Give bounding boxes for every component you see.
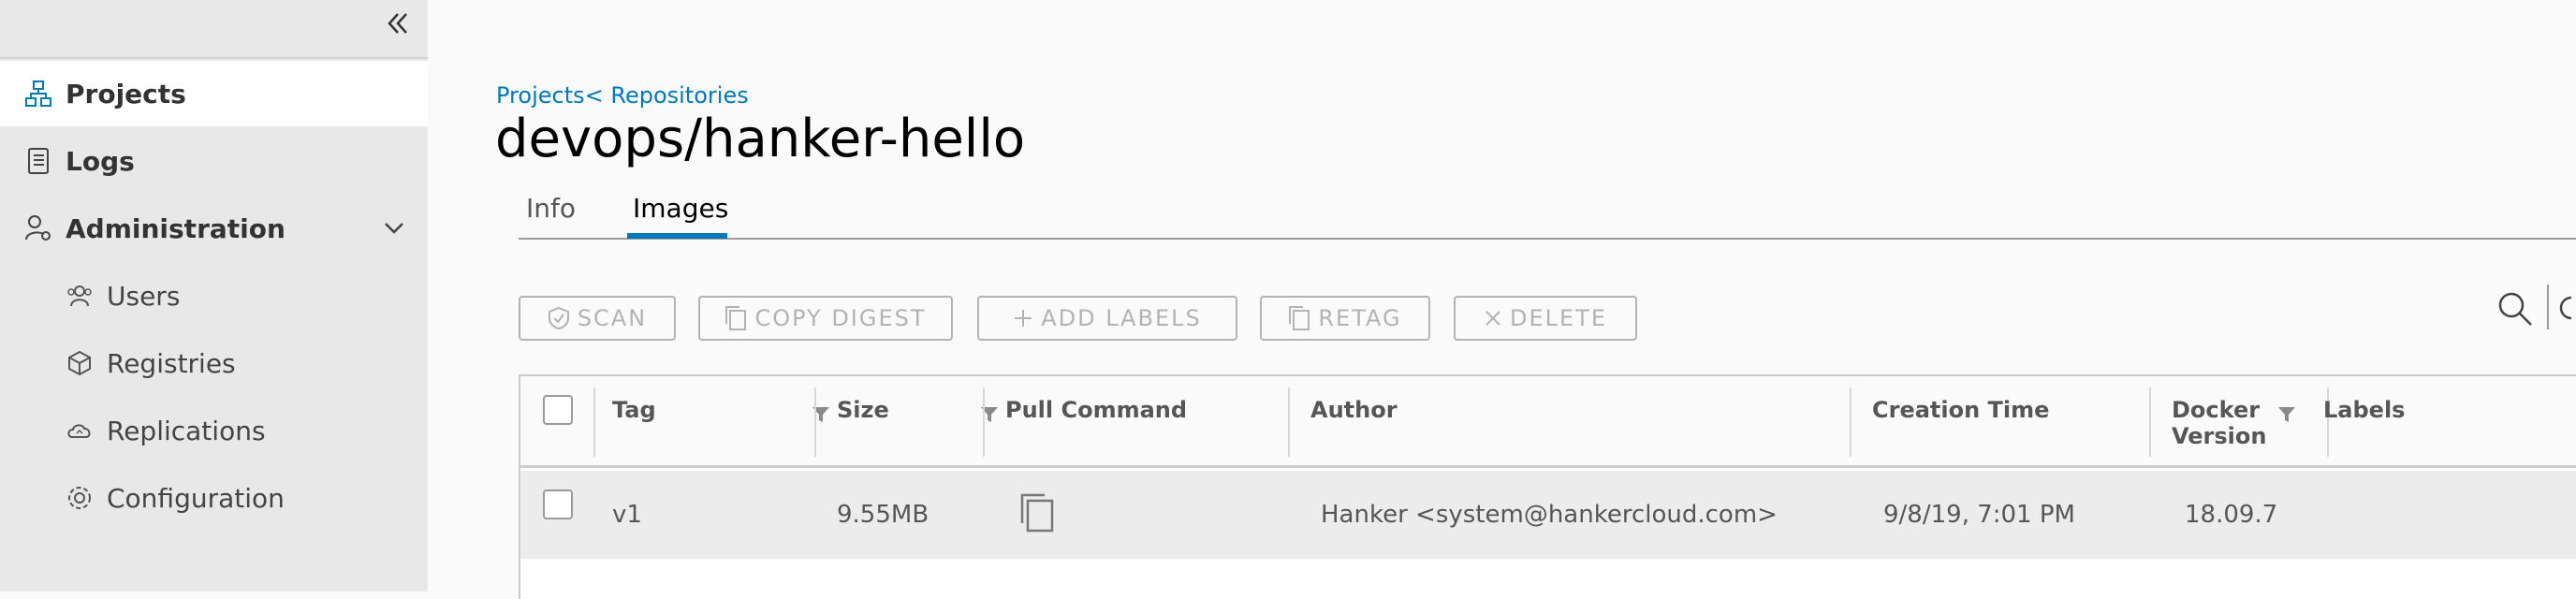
active-tab-indicator [627, 233, 727, 239]
sidebar-item-label: Projects [66, 78, 186, 110]
registries-icon [64, 347, 95, 379]
sidebar: Projects Logs Administration Users Regis… [0, 0, 428, 592]
column-header-pull-command[interactable]: Pull Command [1005, 397, 1187, 423]
administration-icon [22, 212, 54, 244]
tab-info[interactable]: Info [526, 193, 576, 224]
refresh-icon[interactable] [2558, 294, 2576, 322]
search-icon[interactable] [2496, 290, 2534, 328]
retag-label: RETAG [1318, 305, 1402, 331]
sidebar-item-label: Registries [107, 347, 236, 379]
delete-label: DELETE [1509, 305, 1607, 331]
column-header-creation-time[interactable]: Creation Time [1872, 397, 2049, 423]
sidebar-item-label: Users [107, 280, 181, 312]
copy-digest-label: COPY DIGEST [754, 305, 927, 331]
close-icon [1486, 311, 1500, 326]
select-all-checkbox[interactable] [543, 395, 573, 425]
docker-version-line-1: Docker [2172, 397, 2261, 423]
column-header-author[interactable]: Author [1310, 397, 1398, 423]
chevron-down-icon[interactable] [378, 212, 410, 244]
sidebar-item-configuration[interactable]: Configuration [0, 465, 428, 531]
plus-icon [1015, 310, 1032, 327]
column-separator [1288, 387, 1290, 457]
delete-button[interactable]: DELETE [1454, 296, 1637, 341]
add-labels-label: ADD LABELS [1041, 305, 1202, 331]
collapse-sidebar-button[interactable] [378, 7, 416, 41]
tab-divider [519, 238, 2576, 240]
sidebar-item-label: Administration [66, 212, 285, 244]
filter-icon[interactable] [2276, 404, 2297, 425]
docker-version-line-2: Version [2172, 423, 2267, 449]
cell-docker-version: 18.09.7 [2185, 501, 2278, 529]
sidebar-item-administration[interactable]: Administration [0, 196, 428, 261]
page-title: devops/hanker-hello [495, 109, 1026, 169]
sidebar-item-label: Configuration [107, 482, 285, 514]
sidebar-item-registries[interactable]: Registries [0, 330, 428, 396]
table-row[interactable]: v1 9.55MB Hanker <system@hankercloud.com… [520, 471, 2576, 559]
column-header-docker-version[interactable]: Docker Version [2172, 397, 2266, 449]
main-content: Projects< Repositories devops/hanker-hel… [428, 0, 2576, 599]
sidebar-item-users[interactable]: Users [0, 263, 428, 329]
double-chevron-left-icon [388, 13, 407, 34]
sidebar-divider [0, 57, 428, 59]
users-icon [64, 280, 95, 312]
retag-button[interactable]: RETAG [1260, 296, 1430, 341]
sidebar-item-replications[interactable]: Replications [0, 398, 428, 463]
table-header: Tag Size Pull Command Author Creation Ti… [520, 376, 2576, 468]
copy-icon [725, 306, 747, 330]
gear-icon [64, 482, 95, 514]
sidebar-item-projects[interactable]: Projects [0, 61, 428, 126]
column-header-size[interactable]: Size [837, 397, 889, 423]
sidebar-item-label: Logs [66, 145, 135, 177]
copy-icon [1289, 306, 1310, 330]
sidebar-item-logs[interactable]: Logs [0, 128, 428, 194]
cell-creation-time: 9/8/19, 7:01 PM [1883, 501, 2075, 529]
scan-label: SCAN [577, 305, 648, 331]
cell-tag[interactable]: v1 [612, 501, 642, 529]
column-separator [1850, 387, 1852, 457]
cell-author: Hanker <system@hankercloud.com> [1321, 501, 1778, 529]
column-separator [2149, 387, 2151, 457]
cell-size: 9.55MB [837, 501, 929, 529]
column-header-tag[interactable]: Tag [612, 397, 656, 423]
column-separator [593, 387, 595, 457]
shield-check-icon [548, 306, 569, 330]
scan-button[interactable]: SCAN [519, 296, 676, 341]
logs-icon [22, 145, 54, 177]
tab-images[interactable]: Images [633, 193, 728, 224]
add-labels-button[interactable]: ADD LABELS [977, 296, 1237, 341]
breadcrumb[interactable]: Projects< Repositories [496, 82, 749, 109]
column-separator [983, 387, 985, 457]
copy-pull-command-icon[interactable] [1018, 491, 1056, 541]
sidebar-item-label: Replications [107, 415, 266, 446]
column-separator [814, 387, 816, 457]
images-table: Tag Size Pull Command Author Creation Ti… [519, 374, 2576, 599]
copy-digest-button[interactable]: COPY DIGEST [698, 296, 953, 341]
row-select-checkbox[interactable] [543, 489, 573, 519]
replications-icon [64, 415, 95, 446]
toolbar-separator [2547, 285, 2549, 329]
column-header-labels[interactable]: Labels [2323, 397, 2405, 423]
projects-icon [22, 78, 54, 110]
